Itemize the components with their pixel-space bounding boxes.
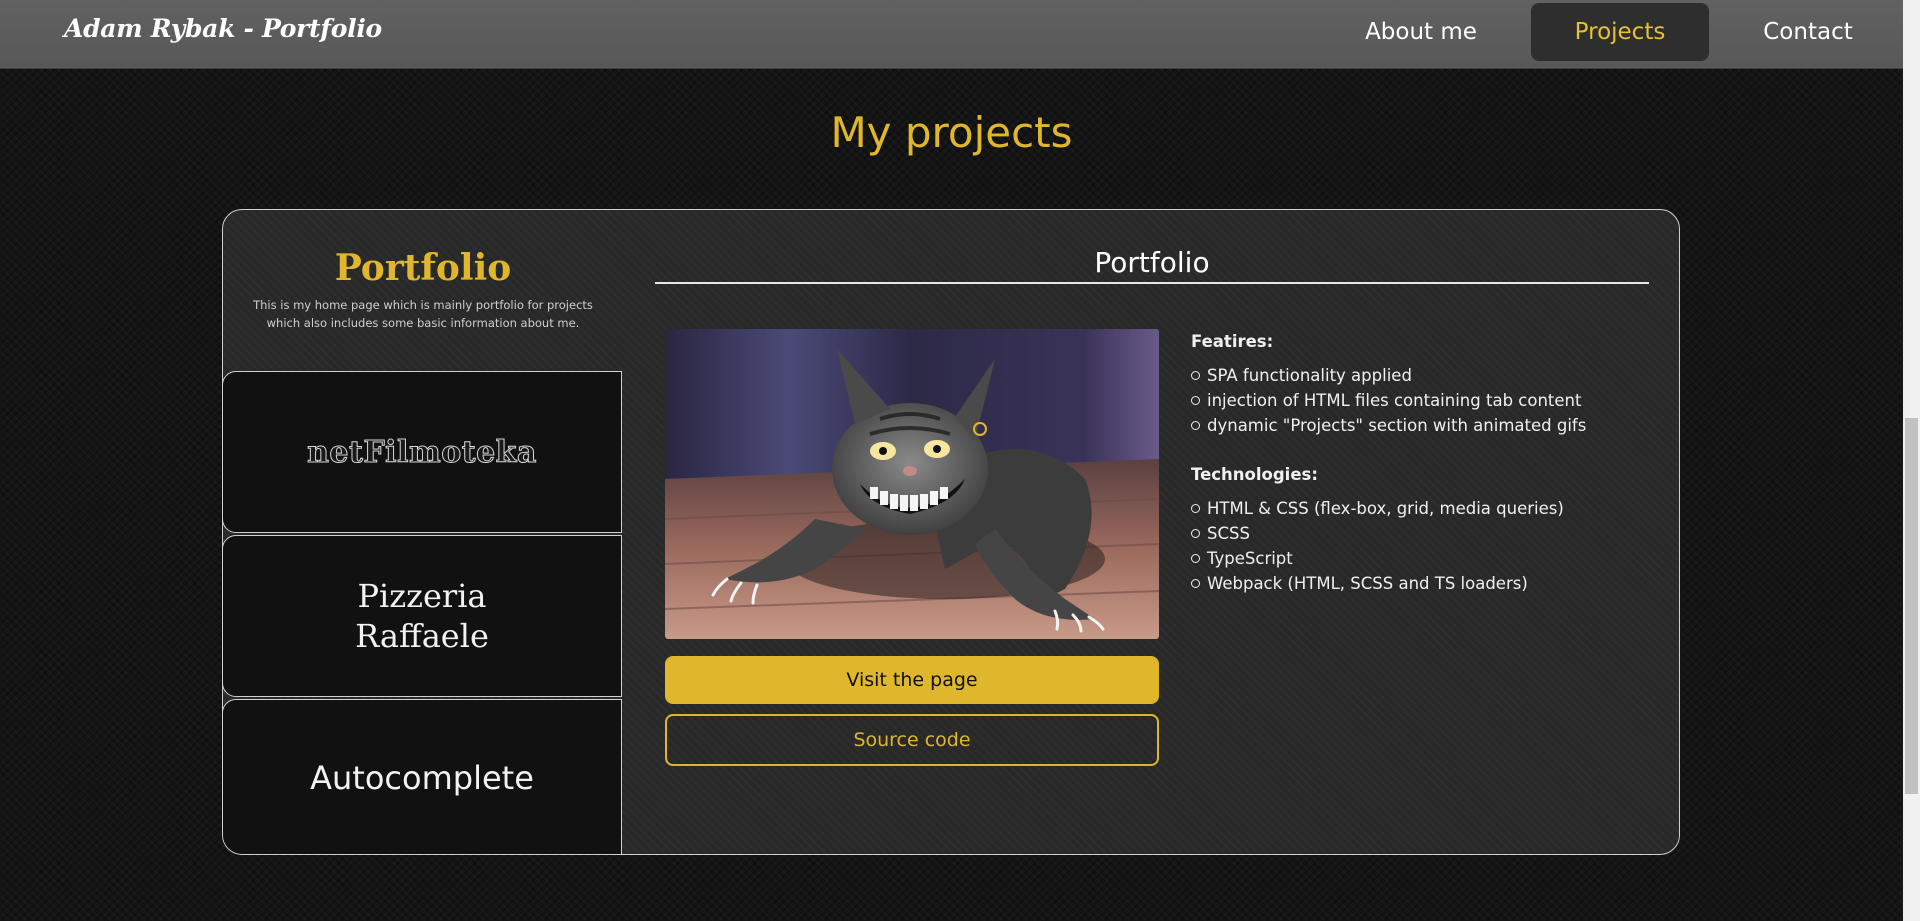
scrollbar-thumb[interactable] (1905, 418, 1918, 794)
project-tab-autocomplete[interactable]: Autocomplete (223, 699, 622, 854)
active-project-description: This is my home page which is mainly por… (253, 298, 593, 330)
page-scrollbar[interactable] (1903, 0, 1920, 921)
nav-projects[interactable]: Projects (1531, 3, 1709, 61)
project-tab-netfilmoteka[interactable]: netFilmoteka (223, 371, 622, 533)
list-item: dynamic "Projects" section with animated… (1191, 413, 1651, 438)
list-item: SPA functionality applied (1191, 363, 1651, 388)
projects-card: Portfolio This is my home page which is … (222, 209, 1680, 855)
list-item: SCSS (1191, 521, 1651, 546)
list-item: Webpack (HTML, SCSS and TS loaders) (1191, 571, 1651, 596)
project-tab-pizzeria-raffaele[interactable]: Pizzeria Raffaele (223, 535, 622, 697)
nav-about-me[interactable]: About me (1350, 3, 1492, 61)
source-code-button[interactable]: Source code (665, 714, 1159, 766)
site-brand[interactable]: Adam Rybak - Portfolio (64, 14, 382, 43)
project-tab-label: netFilmoteka (307, 434, 537, 470)
technologies-heading: Technologies: (1191, 465, 1318, 484)
project-tab-label-line: Pizzeria (357, 577, 487, 615)
project-detail-title: Portfolio (1094, 246, 1210, 279)
project-tab-label-line: Raffaele (355, 617, 489, 655)
project-preview-image (665, 329, 1159, 639)
visit-page-button[interactable]: Visit the page (665, 656, 1159, 704)
project-tab-label: Autocomplete (310, 758, 534, 797)
list-item: injection of HTML files containing tab c… (1191, 388, 1651, 413)
grinning-cat-illustration (665, 329, 1159, 639)
features-list: SPA functionality applied injection of H… (1191, 363, 1651, 438)
project-info: Featires: SPA functionality applied inje… (1191, 331, 1651, 622)
top-navigation-bar: Adam Rybak - Portfolio About me Projects… (0, 0, 1903, 69)
active-project-title: Portfolio (334, 247, 512, 289)
list-item: TypeScript (1191, 546, 1651, 571)
list-item: HTML & CSS (flex-box, grid, media querie… (1191, 496, 1651, 521)
page-title: My projects (830, 108, 1073, 157)
features-heading: Featires: (1191, 332, 1274, 351)
title-divider (655, 282, 1649, 284)
active-project-summary: Portfolio This is my home page which is … (223, 210, 623, 332)
nav-contact[interactable]: Contact (1745, 3, 1871, 61)
technologies-list: HTML & CSS (flex-box, grid, media querie… (1191, 496, 1651, 596)
project-tab-label: Pizzeria Raffaele (355, 576, 489, 656)
